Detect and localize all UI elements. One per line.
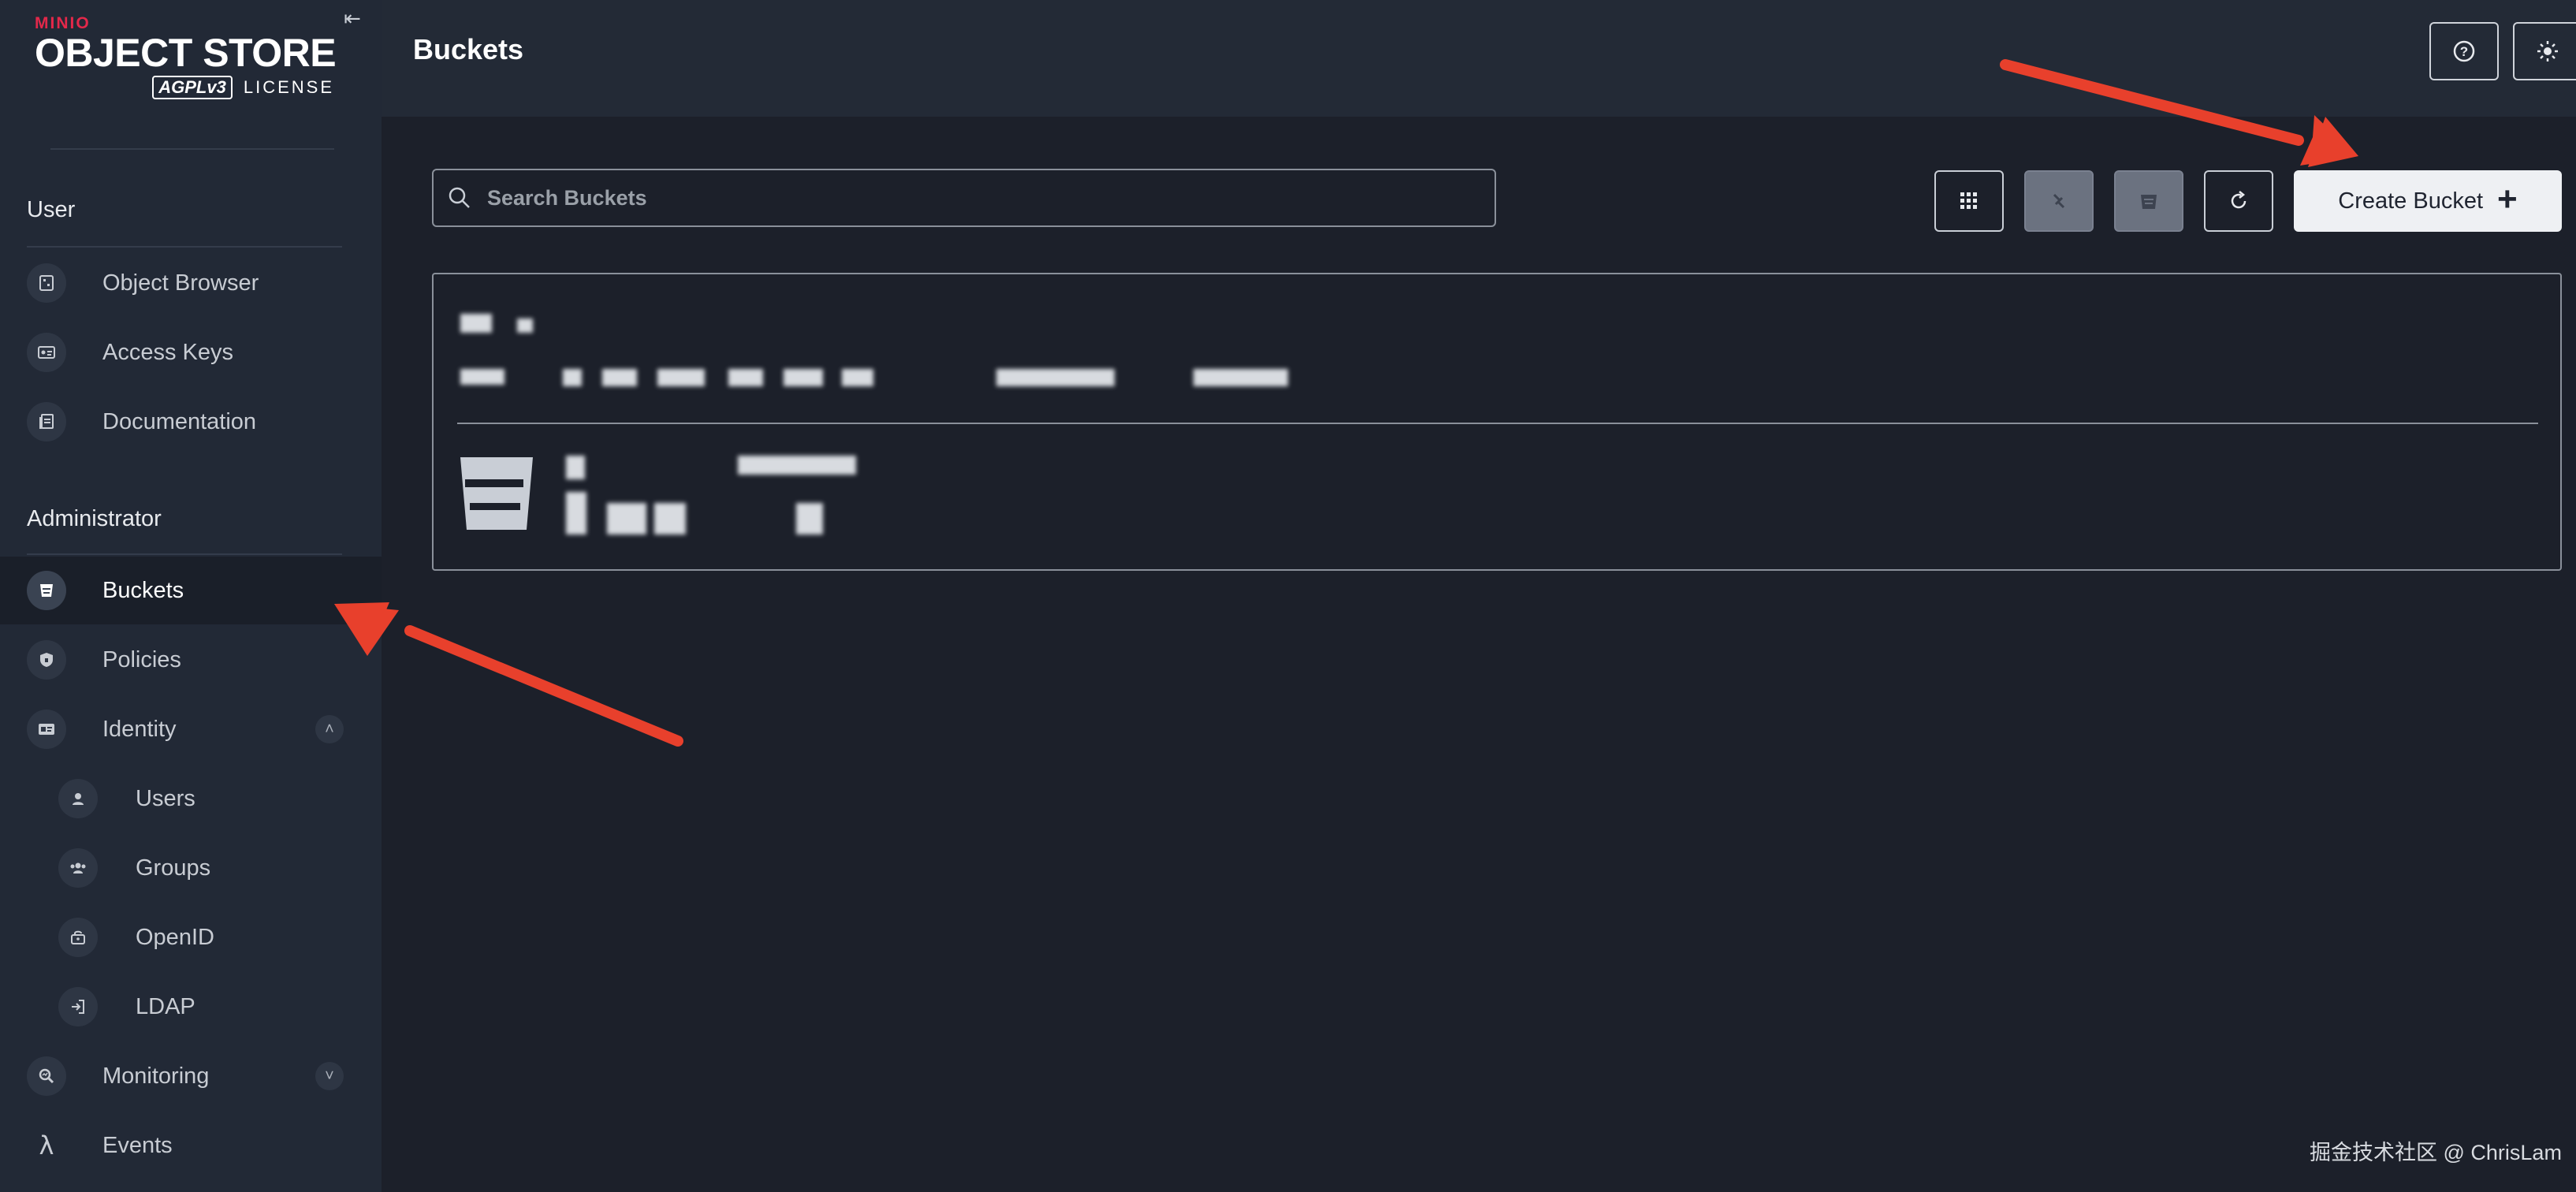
refresh-button[interactable] (2204, 170, 2273, 232)
plus-icon: + (2497, 180, 2518, 218)
bucket-icon (27, 571, 66, 610)
sidebar-item-identity[interactable]: Identity ˄ (0, 695, 382, 763)
sidebar-item-label: Documentation (102, 408, 257, 434)
bucket-icon (460, 457, 533, 530)
sidebar-item-ldap[interactable]: LDAP (0, 973, 382, 1041)
sidebar-item-documentation[interactable]: Documentation (0, 388, 382, 456)
bucket-stats-redacted (560, 453, 906, 539)
bucket-info-redacted (460, 366, 1312, 391)
svg-text:?: ? (2460, 44, 2468, 59)
section-title-user: User (27, 197, 76, 222)
user-icon (58, 779, 98, 818)
logo-product: OBJECT STORE (35, 31, 337, 75)
page-title: Buckets (413, 33, 524, 65)
divider (27, 246, 342, 248)
chevron-up-icon[interactable]: ˄ (315, 715, 344, 743)
sidebar-item-object-browser[interactable]: Object Browser (0, 249, 382, 317)
view-toggle-button[interactable] (1934, 170, 2004, 232)
watermark: 掘金技术社区 @ ChrisLam (2310, 1141, 2562, 1164)
openid-icon (58, 918, 98, 957)
sidebar-item-label: LDAP (136, 993, 195, 1019)
id-card-icon (27, 710, 66, 749)
shield-icon (27, 640, 66, 680)
bucket-list-item[interactable] (432, 273, 2562, 571)
create-bucket-button[interactable]: Create Bucket + (2294, 170, 2562, 232)
monitoring-icon (27, 1056, 66, 1096)
set-replication-button[interactable] (2024, 170, 2094, 232)
sidebar-item-users[interactable]: Users (0, 765, 382, 833)
collapse-sidebar-icon[interactable]: ⇤ (341, 6, 364, 30)
sidebar-item-groups[interactable]: Groups (0, 834, 382, 902)
create-bucket-label: Create Bucket (2338, 188, 2484, 214)
search-field[interactable] (432, 169, 1496, 227)
sidebar: MINIO OBJECT STORE AGPLv3 LICENSE ⇤ User… (0, 0, 382, 1192)
sidebar-item-label: Access Keys (102, 339, 233, 365)
access-keys-icon (27, 333, 66, 372)
help-button[interactable]: ? (2429, 22, 2499, 80)
annotation-arrow-buckets (334, 602, 683, 747)
agpl-badge: AGPLv3 (152, 76, 233, 99)
object-browser-icon (27, 263, 66, 303)
sidebar-item-policies[interactable]: Policies (0, 626, 382, 694)
bucket-name-redacted (460, 314, 586, 345)
sidebar-item-buckets[interactable]: Buckets (0, 557, 382, 624)
refresh-icon (2231, 191, 2247, 209)
grid-icon (1960, 192, 1977, 209)
replication-icon (2053, 193, 2065, 209)
set-lifecycle-button[interactable] (2114, 170, 2183, 232)
sidebar-item-label: Object Browser (102, 270, 259, 296)
divider (27, 553, 342, 555)
help-icon: ? (2453, 40, 2475, 62)
search-input[interactable] (486, 184, 1435, 211)
multiple-buckets-icon (2141, 195, 2157, 209)
divider (50, 148, 334, 150)
page-header: Buckets ? (382, 0, 2576, 117)
sidebar-item-label: Monitoring (102, 1063, 210, 1089)
lambda-icon: λ (39, 1131, 54, 1160)
sidebar-item-label: OpenID (136, 924, 214, 950)
sidebar-item-label: Events (102, 1132, 173, 1158)
sidebar-item-openid[interactable]: OpenID (0, 903, 382, 971)
minio-logo: MINIO OBJECT STORE AGPLv3 LICENSE (35, 14, 337, 99)
divider (457, 423, 2538, 424)
logo-license: LICENSE (243, 77, 334, 97)
section-title-administrator: Administrator (27, 506, 162, 531)
theme-toggle-button[interactable] (2513, 22, 2576, 80)
sidebar-item-label: Users (136, 785, 195, 811)
documentation-icon (27, 402, 66, 441)
sidebar-item-label: Groups (136, 855, 211, 881)
sidebar-item-label: Buckets (102, 577, 184, 603)
sidebar-item-label: Policies (102, 646, 181, 672)
chevron-down-icon[interactable]: ˅ (315, 1062, 344, 1090)
sidebar-item-access-keys[interactable]: Access Keys (0, 318, 382, 386)
groups-icon (58, 848, 98, 888)
sidebar-item-label: Identity (102, 716, 177, 742)
sidebar-item-events[interactable]: λ Events (0, 1112, 382, 1179)
ldap-icon (58, 987, 98, 1026)
sidebar-item-monitoring[interactable]: Monitoring ˅ (0, 1042, 382, 1110)
sun-icon (2537, 41, 2558, 61)
search-icon (449, 187, 470, 208)
